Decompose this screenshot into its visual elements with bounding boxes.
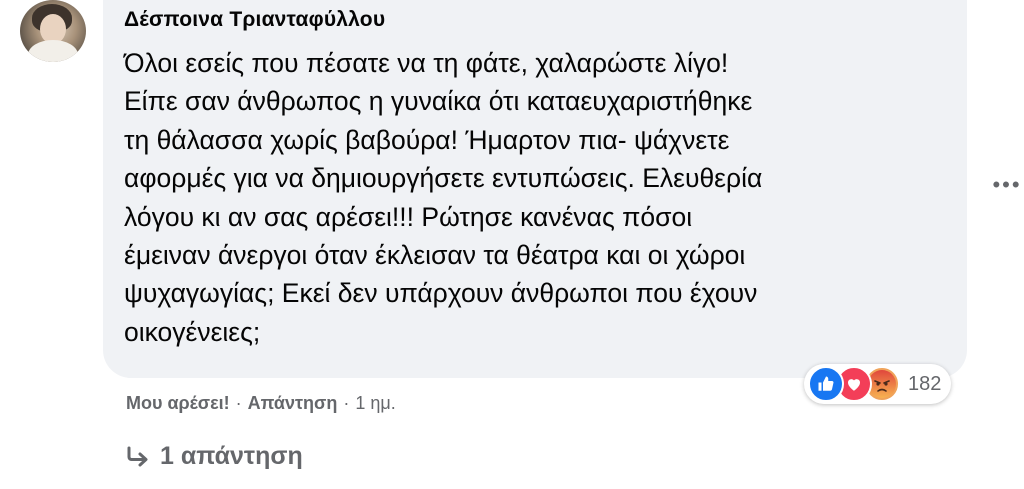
comment-line: τη θάλασσα χωρίς βαβούρα! Ήμαρτον πια- ψ… <box>124 124 730 155</box>
reactions-summary[interactable]: 182 <box>804 364 952 404</box>
comment-line: αφορμές για να δημιουργήσετε εντυπώσεις.… <box>124 163 763 194</box>
comment-actions: Μου αρέσει! · Απάντηση · 1 ημ. <box>126 393 396 414</box>
comment-timestamp[interactable]: 1 ημ. <box>355 393 395 414</box>
reply-link[interactable]: Απάντηση <box>248 393 338 414</box>
comment-line: ψυχαγωγίας; Εκεί δεν υπάρχουν άνθρωποι π… <box>124 278 758 309</box>
replies-count-label: 1 απάντηση <box>160 442 303 470</box>
like-icon <box>808 366 844 402</box>
comment-line: έμειναν άνεργοι όταν έκλεισαν τα θέατρα … <box>124 240 746 271</box>
separator: · <box>235 393 242 413</box>
reply-arrow-icon <box>126 446 150 468</box>
comment-line: Είπε σαν άνθρωπος η γυναίκα ότι καταευχα… <box>124 86 753 117</box>
more-dots-icon: ••• <box>992 172 1022 197</box>
comment-line: Όλοι εσείς που πέσατε να τη φάτε, χαλαρώ… <box>124 48 729 78</box>
view-replies-link[interactable]: 1 απάντηση <box>126 442 303 471</box>
avatar-shirt <box>28 40 78 62</box>
comment-line: λόγου κι αν σας αρέσει!!! Ρώτησε κανένας… <box>124 201 693 232</box>
separator: · <box>343 393 350 413</box>
avatar[interactable] <box>20 0 86 62</box>
more-options-button[interactable]: ••• <box>990 168 1024 202</box>
comment-line: οικογένειες; <box>124 316 261 347</box>
reactions-count: 182 <box>908 372 942 395</box>
like-link[interactable]: Μου αρέσει! <box>126 393 230 414</box>
comment-author[interactable]: Δέσποινα Τριανταφύλλου <box>124 8 385 32</box>
comment-text: Όλοι εσείς που πέσατε να τη φάτε, χαλαρώ… <box>124 44 924 351</box>
